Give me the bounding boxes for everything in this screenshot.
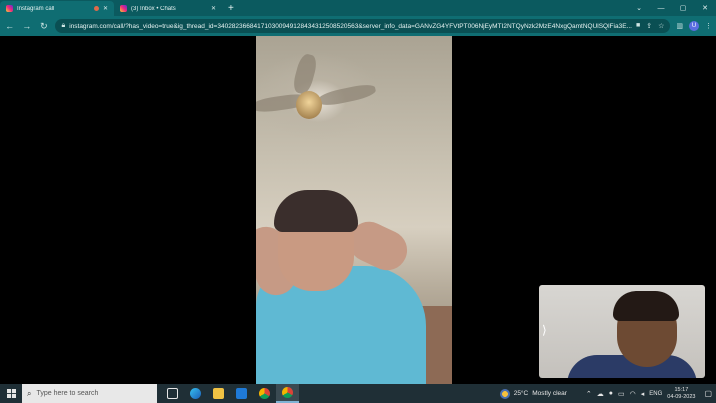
self-view-video[interactable]: ⟩: [539, 285, 705, 378]
folder-icon: [213, 388, 224, 399]
recording-indicator-icon: [93, 6, 99, 11]
onedrive-icon[interactable]: ☁: [597, 390, 604, 398]
wifi-icon[interactable]: ◠: [630, 390, 636, 398]
video-call-area: ⟩: [0, 36, 716, 384]
remote-participant: [256, 190, 452, 384]
notification-icon[interactable]: ▢: [704, 389, 712, 398]
tab-title: Instagram call: [17, 5, 55, 12]
language-indicator[interactable]: ENG: [649, 391, 662, 397]
search-icon: ⌕: [27, 388, 32, 398]
instagram-icon: [120, 5, 127, 12]
taskbar-edge[interactable]: [184, 384, 207, 403]
ceiling-fan: [296, 91, 322, 119]
close-window-button[interactable]: ✕: [694, 4, 716, 12]
windows-logo-icon: [6, 389, 16, 398]
browser-tab-strip: Instagram call ✕ (3) Inbox • Chats ✕ +: [0, 0, 716, 16]
sofa: [422, 306, 452, 384]
ceiling-fan-blade: [291, 52, 319, 96]
tab-title: (3) Inbox • Chats: [131, 5, 176, 12]
self-hair: [613, 291, 679, 321]
clock[interactable]: 15:17 04-09-2023: [667, 387, 695, 401]
chrome-icon: [282, 387, 293, 398]
lock-icon[interactable]: 🔒︎: [61, 22, 65, 30]
tab-inbox-chats[interactable]: (3) Inbox • Chats ✕: [114, 1, 222, 16]
tab-search-icon[interactable]: ⌄: [628, 4, 650, 12]
profile-avatar[interactable]: U: [688, 21, 699, 31]
address-bar[interactable]: 🔒︎ instagram.com/call/?has_video=true&ig…: [55, 19, 671, 33]
menu-icon[interactable]: ⋮: [705, 22, 712, 30]
remote-video: [256, 36, 452, 384]
taskbar-chrome[interactable]: [253, 384, 276, 403]
ceiling-fan-blade: [317, 82, 377, 108]
chrome-icon: [259, 388, 270, 399]
volume-icon[interactable]: ◂: [641, 390, 645, 398]
collapse-self-view-icon[interactable]: ⟩: [542, 323, 547, 337]
mail-icon: [236, 388, 247, 399]
taskbar-file-explorer[interactable]: [207, 384, 230, 403]
search-placeholder: Type here to search: [36, 390, 99, 397]
weather-condition: Mostly clear: [532, 390, 567, 397]
taskbar-mail[interactable]: [230, 384, 253, 403]
task-view-button[interactable]: [161, 384, 184, 403]
maximize-button[interactable]: ▢: [672, 4, 694, 12]
forward-icon[interactable]: →: [21, 21, 32, 31]
battery-icon[interactable]: ▭: [618, 390, 625, 398]
window-controls: ⌄ — ▢ ✕: [628, 0, 716, 16]
reload-icon[interactable]: ↻: [38, 21, 49, 32]
clock-time: 15:17: [674, 386, 689, 393]
minimize-button[interactable]: —: [650, 5, 672, 12]
close-tab-icon[interactable]: ✕: [103, 5, 108, 12]
side-panel-icon[interactable]: ▥: [676, 22, 683, 30]
system-tray: 25°C Mostly clear ⌃ ☁ ● ▭ ◠ ◂ ENG 15:17 …: [499, 384, 716, 403]
microphone-icon[interactable]: ●: [609, 390, 613, 398]
taskbar-chrome-active[interactable]: [276, 384, 299, 403]
url-text[interactable]: instagram.com/call/?has_video=true&ig_th…: [69, 23, 632, 30]
taskbar-search-box[interactable]: ⌕ Type here to search: [22, 384, 157, 403]
share-icon[interactable]: ⇪: [646, 22, 652, 30]
weather-moon-icon: [499, 388, 510, 399]
camera-icon[interactable]: ■: [636, 22, 640, 30]
show-hidden-icons-icon[interactable]: ⌃: [586, 390, 592, 398]
bookmark-star-icon[interactable]: ☆: [658, 22, 664, 30]
weather-temp: 25°C: [513, 390, 529, 397]
task-view-icon: [167, 388, 178, 399]
close-tab-icon[interactable]: ✕: [211, 5, 216, 12]
edge-icon: [190, 388, 201, 399]
clock-date: 04-09-2023: [667, 393, 696, 400]
tab-instagram-call[interactable]: Instagram call ✕: [0, 1, 114, 16]
weather-widget[interactable]: 25°C Mostly clear: [499, 388, 567, 399]
participant-hair: [274, 190, 358, 232]
windows-taskbar: ⌕ Type here to search 25°C Mostly clear …: [0, 384, 716, 403]
browser-toolbar: ← → ↻ 🔒︎ instagram.com/call/?has_video=t…: [0, 16, 716, 36]
back-icon[interactable]: ←: [4, 21, 15, 31]
new-tab-button[interactable]: +: [222, 1, 240, 16]
start-button[interactable]: [0, 384, 22, 403]
instagram-icon: [6, 5, 13, 12]
